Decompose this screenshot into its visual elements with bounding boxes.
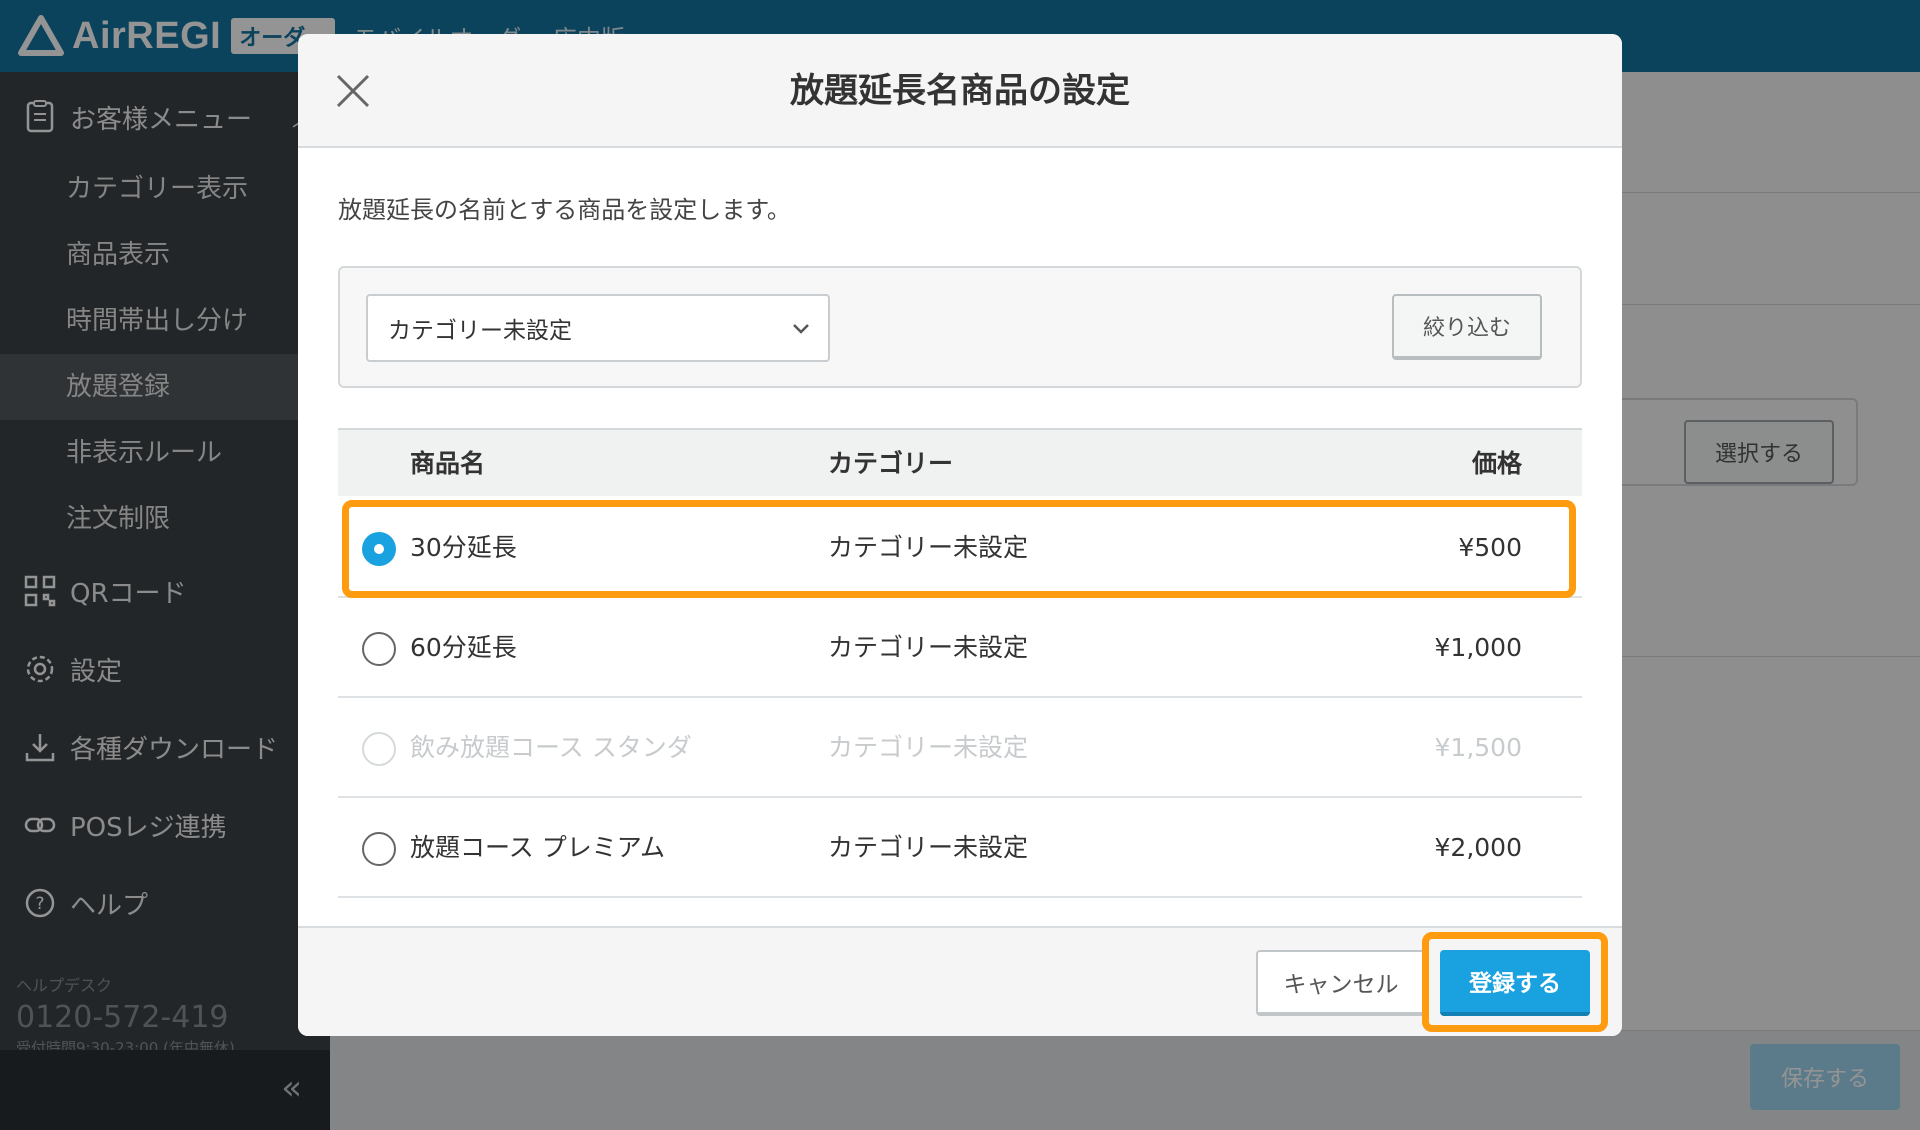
table-row[interactable]: 60分延長 カテゴリー未設定 ¥1,000 — [338, 598, 1582, 698]
modal-title: 放題延長名商品の設定 — [790, 71, 1130, 111]
modal-header: 放題延長名商品の設定 — [298, 34, 1622, 148]
header-name: 商品名 — [410, 449, 486, 478]
extension-product-modal: 放題延長名商品の設定 放題延長の名前とする商品を設定します。 カテゴリー未設定 … — [298, 34, 1622, 1036]
filter-button[interactable]: 絞り込む — [1392, 294, 1542, 360]
row-name: 30分延長 — [410, 533, 517, 562]
filter-panel: カテゴリー未設定 絞り込む — [338, 266, 1582, 388]
chevron-down-icon — [793, 324, 809, 334]
modal-description: 放題延長の名前とする商品を設定します。 — [338, 196, 791, 224]
row-name: 飲み放題コース スタンダ — [410, 733, 692, 762]
row-name: 60分延長 — [410, 633, 517, 662]
row-price: ¥500 — [1458, 533, 1522, 562]
register-button[interactable]: 登録する — [1440, 950, 1590, 1016]
radio-selected[interactable] — [362, 532, 396, 566]
radio-unselected[interactable] — [362, 832, 396, 866]
table-row-disabled: 飲み放題コース スタンダ カテゴリー未設定 ¥1,500 — [338, 698, 1582, 798]
radio-unselected[interactable] — [362, 632, 396, 666]
table-row[interactable]: 放題コース プレミアム カテゴリー未設定 ¥2,000 — [338, 798, 1582, 898]
row-price: ¥1,500 — [1434, 733, 1522, 762]
category-select-value: カテゴリー未設定 — [388, 318, 572, 344]
category-select[interactable]: カテゴリー未設定 — [366, 294, 830, 362]
header-category: カテゴリー — [828, 449, 954, 478]
table-row[interactable]: 30分延長 カテゴリー未設定 ¥500 — [338, 498, 1582, 598]
table-header: 商品名 カテゴリー 価格 — [338, 428, 1582, 496]
row-price: ¥1,000 — [1434, 633, 1522, 662]
header-price: 価格 — [1471, 449, 1522, 478]
row-category: カテゴリー未設定 — [828, 833, 1029, 862]
row-category: カテゴリー未設定 — [828, 733, 1029, 762]
row-category: カテゴリー未設定 — [828, 533, 1029, 562]
row-name: 放題コース プレミアム — [410, 833, 665, 862]
row-category: カテゴリー未設定 — [828, 633, 1029, 662]
radio-disabled — [362, 732, 396, 766]
cancel-button[interactable]: キャンセル — [1256, 950, 1426, 1016]
row-price: ¥2,000 — [1434, 833, 1522, 862]
close-icon[interactable] — [334, 72, 372, 110]
modal-footer: キャンセル 登録する — [298, 926, 1622, 1036]
